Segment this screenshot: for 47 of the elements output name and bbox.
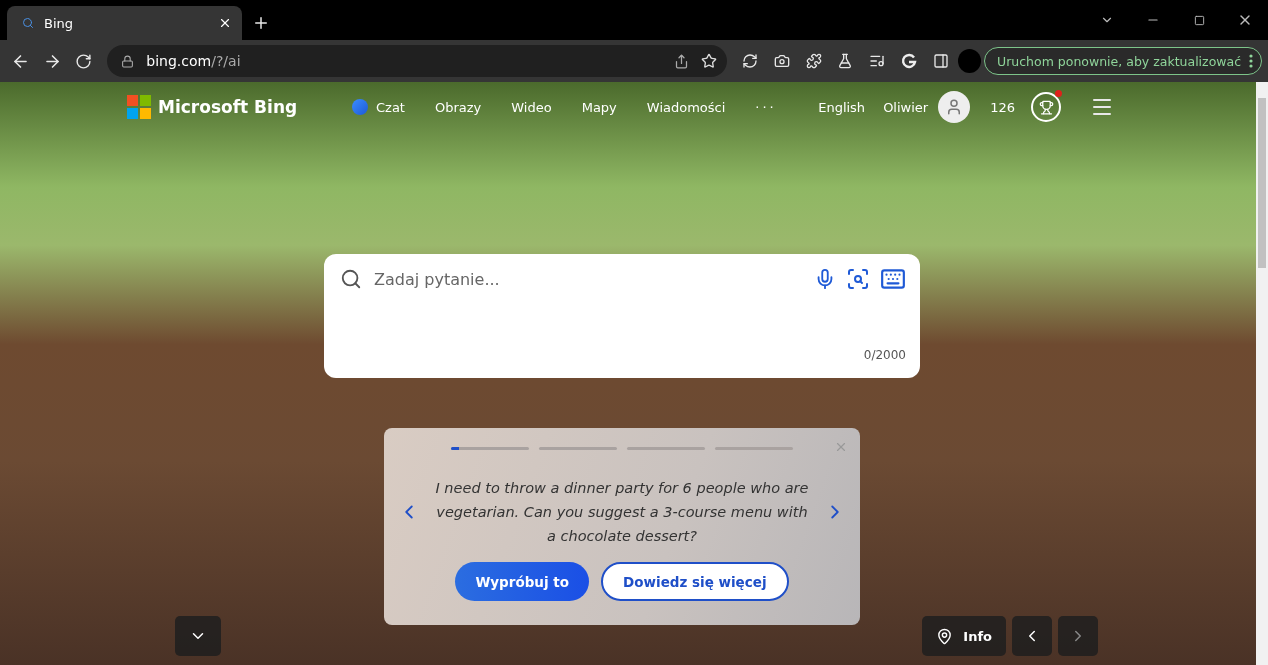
four-squares-icon (127, 95, 151, 119)
search-icon (22, 17, 34, 29)
nav-link[interactable]: Wiadomości (646, 99, 726, 115)
language-link[interactable]: English (818, 99, 866, 115)
points-count[interactable]: 126 (990, 99, 1015, 115)
update-button[interactable]: Uruchom ponownie, aby zaktualizować (984, 47, 1263, 75)
g-letter-icon (900, 53, 917, 69)
chat-icon (352, 99, 368, 115)
flask-icon (837, 53, 854, 69)
side-panel-icon (932, 53, 949, 69)
reload-icon (75, 52, 93, 70)
character-counter: 0/2000 (863, 348, 906, 362)
more-link[interactable]: ··· (755, 99, 777, 115)
nav-link[interactable]: Wideo (511, 99, 552, 115)
nav-link[interactable]: Czat (352, 99, 405, 115)
browser-tab[interactable]: Bing (7, 6, 242, 40)
circular-arrows-icon (742, 53, 758, 69)
address-bar[interactable]: bing.com/?/ai (107, 45, 727, 77)
playlist-icon (869, 53, 886, 69)
puzzle-icon (805, 53, 822, 69)
url-text: bing.com/?/ai (146, 53, 242, 69)
nav-link[interactable]: Obrazy (434, 99, 482, 115)
learn-more-button[interactable]: Dowiedz się więcej (601, 562, 789, 601)
logo-text: Microsoft Bing (158, 97, 298, 117)
camera-icon (773, 53, 790, 69)
user-name[interactable]: Oliwier (883, 99, 929, 115)
maximize-icon (1193, 14, 1205, 26)
nav-link[interactable]: Mapy (581, 99, 617, 115)
user-avatar[interactable] (938, 91, 971, 123)
info-button[interactable]: Info (922, 616, 1006, 656)
share-icon[interactable] (673, 53, 689, 69)
plus-icon (252, 14, 270, 32)
prompt-text: I need to throw a dinner party for 6 people who are vegetarian. Can you suggest a 3-course menu with a chocolate dessert? (434, 479, 810, 546)
keyboard-icon[interactable] (880, 266, 906, 292)
map-pin-icon (936, 627, 954, 645)
star-icon[interactable] (700, 53, 717, 69)
search-icon (340, 268, 362, 290)
logo[interactable]: Microsoft Bing (127, 95, 352, 119)
try-button[interactable]: Wypróbuj to (455, 562, 590, 601)
trophy-icon (1038, 99, 1054, 115)
lock-icon (121, 54, 135, 68)
kebab-icon (1249, 54, 1254, 68)
close-icon (834, 440, 848, 454)
rewards-button[interactable] (1031, 92, 1061, 122)
scrollbar[interactable] (1256, 82, 1268, 665)
visual-search-icon[interactable] (846, 267, 870, 291)
close-icon[interactable] (218, 16, 232, 30)
